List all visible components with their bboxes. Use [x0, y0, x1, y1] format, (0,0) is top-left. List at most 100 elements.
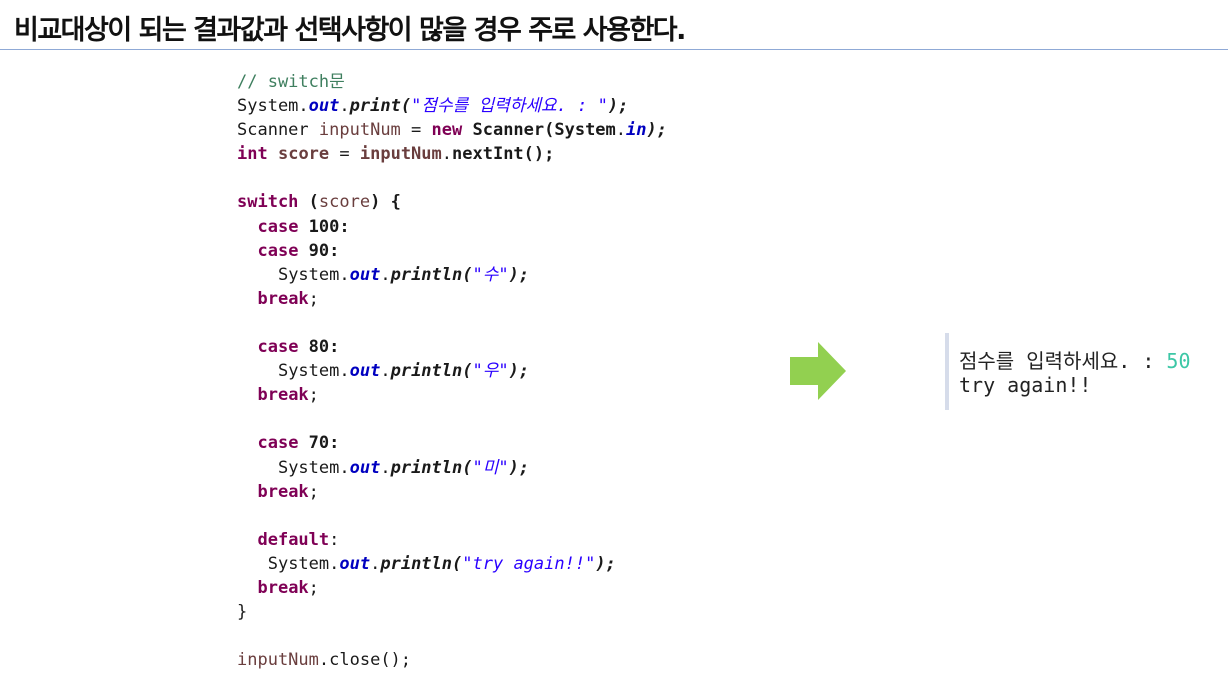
code-token: . [380, 361, 391, 382]
code-token: 100: [298, 216, 350, 237]
code-line-close: inputNum.close(); [237, 648, 667, 672]
console-prompt: 점수를 입력하세요. : [959, 349, 1167, 373]
code-token: nextInt(); [452, 144, 555, 165]
code-line-scanner: Scanner inputNum = new Scanner(System.in… [237, 118, 667, 142]
code-line-case: case 90: [237, 239, 667, 263]
code-token: Scanner [237, 120, 309, 141]
right-arrow-icon [790, 342, 846, 400]
code-token: println [380, 553, 453, 574]
code-token: . [298, 96, 309, 117]
code-token: ( [462, 264, 473, 285]
code-token: ( [452, 553, 463, 574]
code-token: println [390, 264, 463, 285]
code-line-switch: switch (score) { [237, 190, 667, 214]
code-token: out [339, 553, 371, 574]
code-token: ); [607, 96, 629, 117]
code-block: // switch문 System.out.print("점수를 입력하세요. … [237, 70, 667, 672]
code-token: System [267, 553, 330, 574]
code-string: "점수를 입력하세요. : " [411, 96, 608, 117]
code-string: "미" [472, 457, 509, 478]
code-token: System [277, 264, 340, 285]
code-variable: inputNum [318, 120, 401, 141]
code-token: ); [508, 361, 530, 382]
code-line-case: case 100: [237, 215, 667, 239]
code-line-case: case 70: [237, 431, 667, 455]
code-token: . [329, 553, 340, 574]
code-token: . [615, 120, 627, 141]
code-token: in [626, 120, 647, 141]
code-comment: // switch문 [237, 72, 345, 92]
code-token: System [237, 96, 299, 117]
code-token: System [277, 457, 340, 478]
code-keyword: case [257, 240, 299, 261]
code-token: 90: [298, 240, 340, 261]
code-keyword: break [257, 288, 309, 309]
code-keyword: break [257, 481, 309, 502]
code-keyword: case [257, 216, 299, 237]
code-token: : [329, 529, 340, 550]
code-token: = [400, 120, 432, 141]
code-line-println: System.out.println("try again!!"); [237, 552, 667, 576]
code-line-comment: // switch문 [237, 70, 667, 94]
code-token: ); [595, 553, 616, 574]
code-keyword: int [237, 144, 268, 165]
code-line-println: System.out.println("미"); [237, 456, 667, 480]
code-line-break: break; [237, 287, 667, 311]
code-line-break: break; [237, 576, 667, 600]
code-token: ( [400, 96, 412, 117]
console-output: 점수를 입력하세요. : 50 try again!! [945, 333, 1228, 410]
code-token: } [237, 602, 248, 623]
code-token: ( [462, 457, 473, 478]
code-token: ( [462, 361, 473, 382]
code-token: ( [298, 192, 319, 213]
code-string: "수" [472, 264, 509, 285]
code-token: ; [308, 577, 319, 598]
code-line-end: } [237, 600, 667, 624]
code-token: print [349, 96, 401, 117]
title-underline [0, 49, 1228, 50]
code-token: ); [508, 457, 530, 478]
code-variable: score [318, 192, 371, 213]
code-token: ; [308, 481, 319, 502]
code-line-break: break; [237, 480, 667, 504]
console-input-value: 50 [1166, 349, 1191, 373]
code-token: . [318, 650, 330, 671]
code-token: . [380, 264, 391, 285]
code-token: 70: [298, 433, 340, 454]
code-token: . [339, 457, 350, 478]
code-line-println: System.out.println("수"); [237, 263, 667, 287]
code-token: ) { [370, 192, 401, 213]
code-token: out [308, 96, 340, 117]
code-line-default: default: [237, 528, 667, 552]
code-line-print: System.out.print("점수를 입력하세요. : "); [237, 94, 667, 118]
code-token: println [390, 361, 463, 382]
code-keyword: case [257, 433, 299, 454]
code-token: System [277, 361, 340, 382]
code-string: "우" [472, 361, 509, 382]
code-token: 80: [298, 337, 340, 358]
code-line-break: break; [237, 383, 667, 407]
code-keyword: switch [237, 192, 299, 213]
code-line-int: int score = inputNum.nextInt(); [237, 142, 667, 166]
code-token: . [441, 144, 453, 165]
code-token: println [390, 457, 463, 478]
slide-title: 비교대상이 되는 결과값과 선택사항이 많을 경우 주로 사용한다. [14, 15, 686, 46]
code-keyword: default [257, 529, 330, 550]
code-token: . [339, 361, 350, 382]
code-keyword: break [257, 577, 309, 598]
code-token: Scanner(System [472, 120, 616, 141]
code-token: . [339, 96, 350, 117]
code-token: ; [308, 385, 319, 406]
code-token: . [370, 553, 381, 574]
console-line-output: try again!! [959, 373, 1092, 397]
code-token: . [339, 264, 350, 285]
code-token: close(); [329, 650, 412, 671]
code-line-println: System.out.println("우"); [237, 359, 667, 383]
code-token: ); [508, 264, 530, 285]
code-token: = [329, 144, 360, 165]
